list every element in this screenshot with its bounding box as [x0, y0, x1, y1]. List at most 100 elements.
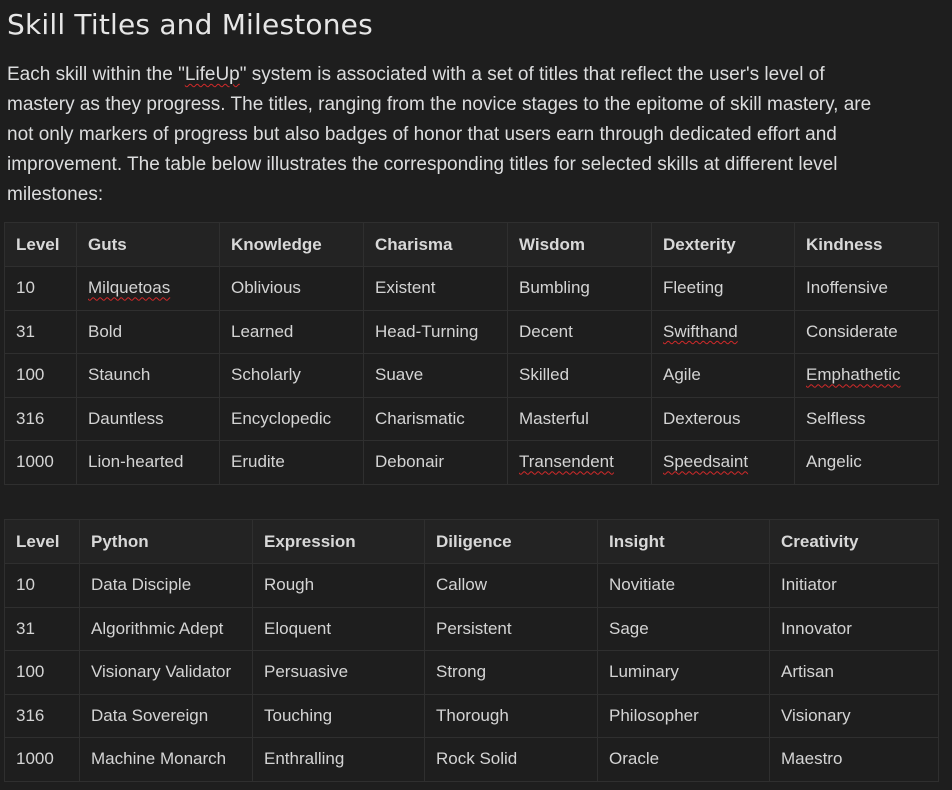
cell-text: Head-Turning [375, 321, 479, 341]
table-cell: Sage [597, 606, 770, 651]
cell-text: Inoffensive [806, 278, 888, 298]
table-row: 316 Data Sovereign Touching Thorough Philoso… [4, 693, 939, 738]
cell-text: Machine Monarch [91, 749, 227, 769]
cell-text: Charismatic [375, 408, 465, 428]
table-cell: Swifthand [651, 309, 795, 354]
cell-text: 31 [16, 321, 35, 341]
column-header: Creativity [769, 519, 939, 564]
table-cell: Strong [424, 650, 598, 695]
cell-text: Oracle [609, 749, 660, 769]
table-cell: Visionary [769, 693, 939, 738]
table-cell: Maestro [769, 737, 939, 782]
cell-text: Suave [375, 365, 424, 385]
table-cell: Novitiate [597, 563, 770, 608]
skill-titles-table-2: Level Python Expression Diligence Insight Cre… [4, 519, 939, 782]
table-cell: Eloquent [252, 606, 425, 651]
table-cell: Enthralling [252, 737, 425, 782]
table-cell: Bold [76, 309, 220, 354]
cell-text: Masterful [519, 408, 589, 428]
page-title: Skill Titles and Milestones [7, 8, 373, 41]
table-cell: Staunch [76, 353, 220, 398]
cell-text: Encyclopedic [231, 408, 332, 428]
cell-text: 100 [16, 662, 45, 682]
table-row: 100 Staunch Scholarly Suave Skilled Agile Emph… [4, 353, 939, 398]
cell-text: Artisan [781, 662, 834, 682]
table-cell: 10 [4, 266, 77, 311]
column-header: Charisma [363, 222, 508, 267]
table-cell: Skilled [507, 353, 652, 398]
cell-text: 1000 [16, 749, 54, 769]
intro-paragraph: Each skill within the "LifeUp" system is… [7, 60, 887, 210]
column-header: Knowledge [219, 222, 364, 267]
cell-text: Rough [264, 575, 315, 595]
cell-text: Enthralling [264, 749, 345, 769]
cell-text: Philosopher [609, 705, 699, 725]
intro-text-start: Each skill within the " [7, 64, 185, 85]
cell-text: 1000 [16, 452, 54, 472]
table-cell: Data Sovereign [79, 693, 253, 738]
table-cell: Dexterous [651, 396, 795, 441]
cell-text: Transendent [519, 452, 614, 472]
table-cell: Existent [363, 266, 508, 311]
spellcheck-word: LifeUp [184, 64, 240, 85]
table-row: 1000 Machine Monarch Enthralling Rock Solid… [4, 737, 939, 782]
cell-text: Scholarly [231, 365, 301, 385]
cell-text: Skilled [519, 365, 570, 385]
table-cell: Algorithmic Adept [79, 606, 253, 651]
table-cell: Data Disciple [79, 563, 253, 608]
table-header-row: Level Python Expression Diligence Insight Cre… [4, 519, 939, 564]
table-cell: 316 [4, 396, 77, 441]
cell-text: Innovator [781, 618, 852, 638]
table-cell: Learned [219, 309, 364, 354]
cell-text: 316 [16, 705, 45, 725]
table-cell: 316 [4, 693, 80, 738]
table-cell: Bumbling [507, 266, 652, 311]
cell-text: Visionary [781, 705, 851, 725]
cell-text: Speedsaint [663, 452, 749, 472]
column-header: Level [4, 222, 77, 267]
cell-text: 100 [16, 365, 45, 385]
column-header: Diligence [424, 519, 598, 564]
table-cell: Speedsaint [651, 440, 795, 485]
table-cell: 100 [4, 353, 77, 398]
table-cell: Transendent [507, 440, 652, 485]
cell-text: Maestro [781, 749, 843, 769]
cell-text: Strong [436, 662, 487, 682]
cell-text: Learned [231, 321, 294, 341]
cell-text: Fleeting [663, 278, 724, 298]
cell-text: Lion-hearted [88, 452, 184, 472]
cell-text: Touching [264, 705, 333, 725]
table-cell: Fleeting [651, 266, 795, 311]
table-row: 31 Bold Learned Head-Turning Decent Swifthand… [4, 309, 939, 354]
cell-text: Staunch [88, 365, 151, 385]
table-cell: Thorough [424, 693, 598, 738]
cell-text: 31 [16, 618, 35, 638]
cell-text: Persuasive [264, 662, 349, 682]
cell-text: Visionary Validator [91, 662, 232, 682]
cell-text: Dexterous [663, 408, 741, 428]
table-cell: 31 [4, 309, 77, 354]
column-header: Insight [597, 519, 770, 564]
cell-text: Novitiate [609, 575, 676, 595]
cell-text: Sage [609, 618, 649, 638]
cell-text: Thorough [436, 705, 509, 725]
table-cell: Suave [363, 353, 508, 398]
table-row: 100 Visionary Validator Persuasive Strong Lu… [4, 650, 939, 695]
cell-text: Agile [663, 365, 701, 385]
table-cell: Rough [252, 563, 425, 608]
table-cell: Machine Monarch [79, 737, 253, 782]
table-cell: Debonair [363, 440, 508, 485]
cell-text: Initiator [781, 575, 837, 595]
table-cell: Decent [507, 309, 652, 354]
column-header: Expression [252, 519, 425, 564]
cell-text: Luminary [609, 662, 679, 682]
table-cell: Philosopher [597, 693, 770, 738]
cell-text: Algorithmic Adept [91, 618, 224, 638]
table-cell: Oblivious [219, 266, 364, 311]
table-row: 1000 Lion-hearted Erudite Debonair Transende… [4, 440, 939, 485]
table-cell: Encyclopedic [219, 396, 364, 441]
cell-text: Swifthand [663, 321, 738, 341]
cell-text: Angelic [806, 452, 862, 472]
cell-text: Callow [436, 575, 488, 595]
cell-text: Rock Solid [436, 749, 518, 769]
